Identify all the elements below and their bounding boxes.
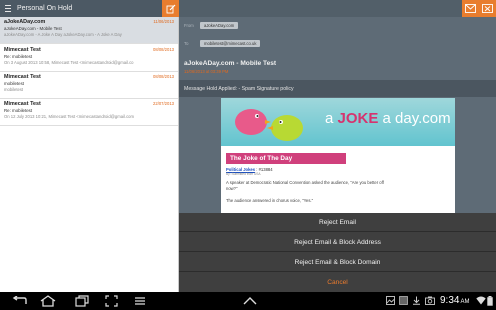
message-sender: Mimecast Test xyxy=(4,47,41,53)
logo-suffix: a day.com xyxy=(378,110,451,127)
message-date: 08/08/2013 xyxy=(153,74,174,79)
back-arrow-icon xyxy=(12,296,27,304)
camera-notification-icon xyxy=(425,296,435,305)
message-preview: On 3 August 2013 10:58, Mimecast Test <m… xyxy=(4,60,134,65)
envelope-reject-icon xyxy=(482,4,493,13)
folder-title: Personal On Hold xyxy=(17,5,73,12)
message-date: 22/07/2013 xyxy=(153,101,174,106)
message-subject: Re: mobiletest xyxy=(4,54,33,59)
joke-banner: a JOKE a day.com xyxy=(221,98,455,146)
to-row: To mobiletest@mimecast.co.uk xyxy=(184,40,261,47)
logo-joke-word: JOKE xyxy=(337,110,379,127)
download-notification-icon xyxy=(412,296,421,305)
sender-chip[interactable]: aJokeADay.com xyxy=(200,22,239,29)
message-sender: Mimecast Test xyxy=(4,74,41,80)
message-preview: aJokeADay.com - A Joke A Day aJokeADay.c… xyxy=(4,32,122,37)
birds-illustration xyxy=(235,109,303,141)
home-icon xyxy=(40,295,56,307)
hold-notice: Message Hold Applied: - Spam Signature p… xyxy=(179,80,496,97)
compose-button[interactable] xyxy=(162,0,179,17)
reader-toolbar xyxy=(179,0,496,17)
menu-lines-icon xyxy=(135,297,145,305)
message-list-item[interactable]: aJokeADay.com 11/06/2013 aJokeADay.com -… xyxy=(0,17,178,44)
from-label: From xyxy=(184,23,194,28)
recent-apps-icon xyxy=(75,295,89,307)
clock-ampm: AM xyxy=(460,299,470,305)
cancel-option[interactable]: Cancel xyxy=(179,273,496,292)
back-button[interactable] xyxy=(10,294,30,308)
reject-action-sheet: Reject Email Reject Email & Block Addres… xyxy=(179,213,496,292)
list-header: Personal On Hold xyxy=(0,0,179,17)
message-preview: mobiletest xyxy=(4,87,24,92)
status-clock: 9:34AM xyxy=(440,295,469,306)
site-logo: a JOKE a day.com xyxy=(325,110,451,127)
clock-time: 9:34 xyxy=(440,295,460,306)
reject-button[interactable] xyxy=(479,0,496,17)
gallery-notification-icon xyxy=(386,296,395,305)
screen-capture-button[interactable] xyxy=(101,294,121,308)
message-subject: Re: mobiletest xyxy=(4,108,33,113)
message-list-item[interactable]: Mimecast Test 22/07/2013 Re: mobiletest … xyxy=(0,99,178,126)
joke-paragraph: The audience answered in chorus voice, "… xyxy=(226,198,314,203)
logo-prefix: a xyxy=(325,110,338,127)
recent-apps-button[interactable] xyxy=(72,294,92,308)
message-sender: Mimecast Test xyxy=(4,101,41,107)
reject-email-option[interactable]: Reject Email xyxy=(179,213,496,232)
from-row: From aJokeADay.com xyxy=(184,22,239,29)
message-subject: mobiletest xyxy=(4,81,25,86)
recipient-chip[interactable]: mobiletest@mimecast.co.uk xyxy=(200,40,261,47)
joke-title-box: The Joke of The Day xyxy=(226,153,346,164)
email-date: 11/06/2013 at 03:39 PM xyxy=(184,69,229,74)
screenshot-notification-icon xyxy=(399,296,408,305)
menu-button[interactable] xyxy=(130,294,150,308)
screen-capture-icon xyxy=(104,295,118,307)
chevron-up-icon xyxy=(243,297,257,305)
keyboard-hide-button[interactable] xyxy=(240,294,260,308)
message-date: 08/08/2013 xyxy=(153,47,174,52)
to-label: To xyxy=(184,41,189,46)
message-sender: aJokeADay.com xyxy=(4,19,46,25)
reject-block-address-option[interactable]: Reject Email & Block Address xyxy=(179,233,496,252)
reject-block-domain-option[interactable]: Reject Email & Block Domain xyxy=(179,253,496,272)
compose-icon xyxy=(166,4,175,13)
message-preview: On 12 July 2013 10:21, Mimecast Test <mi… xyxy=(4,114,134,119)
message-subject: aJokeADay.com - Mobile Test xyxy=(4,26,62,31)
joke-paragraph: A speaker at Democratic National Convent… xyxy=(226,180,384,191)
hamburger-menu-icon[interactable] xyxy=(0,0,16,17)
joke-byline: By: Submitted from USA xyxy=(226,172,261,176)
system-navigation-bar: 9:34AM xyxy=(0,292,496,310)
message-list-pane: Personal On Hold aJokeADay.com 11/06/201… xyxy=(0,0,179,292)
envelope-release-icon xyxy=(465,4,476,13)
release-button[interactable] xyxy=(462,0,479,17)
app-window: Personal On Hold aJokeADay.com 11/06/201… xyxy=(0,0,496,310)
message-date: 11/06/2013 xyxy=(153,19,174,24)
battery-icon xyxy=(487,296,493,306)
home-button[interactable] xyxy=(38,294,58,308)
message-list-item[interactable]: Mimecast Test 08/08/2013 mobiletest mobi… xyxy=(0,72,178,99)
email-subject: aJokeADay.com - Mobile Test xyxy=(184,60,277,67)
message-list-item[interactable]: Mimecast Test 08/08/2013 Re: mobiletest … xyxy=(0,45,178,72)
message-reader-pane: From aJokeADay.com To mobiletest@mimecas… xyxy=(179,0,496,292)
wifi-icon xyxy=(476,296,486,305)
